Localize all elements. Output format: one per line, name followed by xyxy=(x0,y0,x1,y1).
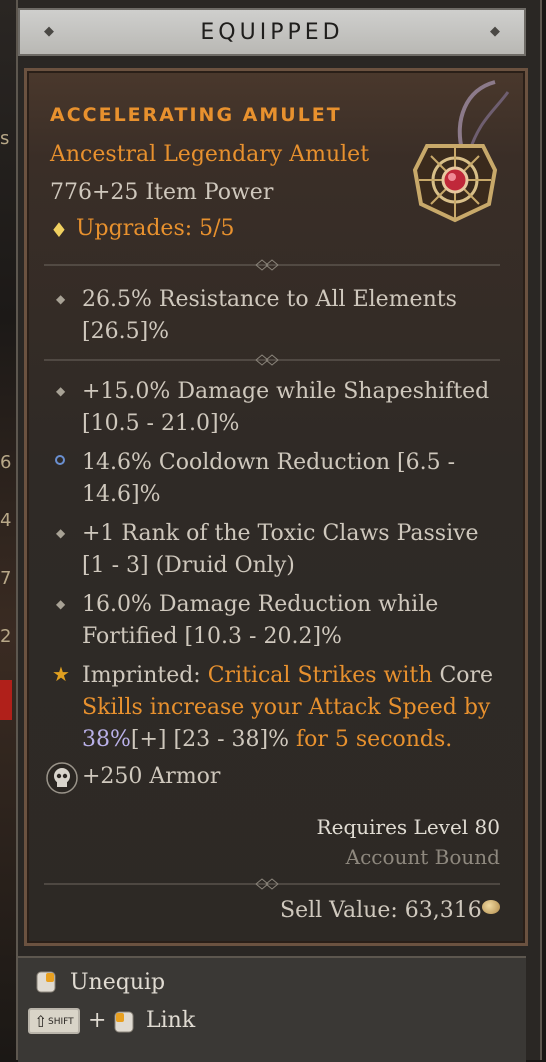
background-fragment: 4 xyxy=(0,510,12,531)
affix-line: 26.5% Resistance to All Elements xyxy=(82,287,457,312)
aspect-text: Skills increase your Attack Speed by xyxy=(82,695,491,720)
affix-item: +15.0% Damage while Shapeshifted [10.5 -… xyxy=(82,376,489,440)
requires-level: Requires Level 80 xyxy=(316,815,500,839)
legendary-aspect: Imprinted: Critical Strikes with Core Sk… xyxy=(82,660,493,756)
diamond-ornament-icon: ◆ xyxy=(490,24,500,39)
equipped-header: ◆ EQUIPPED ◆ xyxy=(18,8,526,56)
action-footer: Unequip ⇧ SHIFT + Link xyxy=(18,956,526,1062)
mouse-right-click-icon xyxy=(34,970,58,994)
affix-line: [1 - 3] (Druid Only) xyxy=(82,553,295,578)
legendary-aspect-star-icon: ★ xyxy=(52,662,70,686)
affix-bullet-icon: ◆ xyxy=(56,292,66,306)
affix-bullet-icon: ◆ xyxy=(56,597,66,611)
affix-line: [10.5 - 21.0]% xyxy=(82,411,240,436)
aspect-range: [23 - 38]% xyxy=(173,727,289,752)
armor-value: +250 Armor xyxy=(82,764,221,789)
background-fragment xyxy=(0,680,12,720)
unequip-action[interactable]: Unequip xyxy=(70,970,165,995)
affix-item: 14.6% Cooldown Reduction [6.5 - 14.6]% xyxy=(82,447,455,511)
affix-item: 16.0% Damage Reduction while Fortified [… xyxy=(82,589,438,653)
shift-key-label: SHIFT xyxy=(48,1017,74,1027)
diamond-ornament-icon: ◆ xyxy=(44,24,54,39)
aspect-text: Core xyxy=(439,663,494,688)
plus-sign: + xyxy=(88,1008,107,1033)
aspect-text: Critical Strikes with xyxy=(207,663,433,688)
affix-line: +15.0% Damage while Shapeshifted xyxy=(82,379,490,404)
section-divider xyxy=(44,354,500,366)
affix-bullet-icon: ◆ xyxy=(56,384,66,398)
background-strip: s 6 4 7 2 xyxy=(0,0,16,1060)
header-title: EQUIPPED xyxy=(200,19,344,45)
section-divider xyxy=(44,878,500,890)
background-fragment: 6 xyxy=(0,452,12,473)
mouse-left-click-icon xyxy=(112,1010,136,1034)
item-type: Ancestral Legendary Amulet xyxy=(50,142,370,167)
implicit-affix: 26.5% Resistance to All Elements [26.5]% xyxy=(82,284,457,348)
affix-bullet-icon: ◆ xyxy=(56,526,66,540)
affix-line: Fortified [10.3 - 20.2]% xyxy=(82,624,342,649)
affix-line: 14.6]% xyxy=(82,482,161,507)
sell-value: Sell Value: 63,316 xyxy=(280,898,482,923)
shift-key-icon: ⇧ SHIFT xyxy=(28,1008,80,1034)
section-divider xyxy=(44,259,500,271)
aspect-value: 38% xyxy=(82,727,131,752)
upgrade-diamond-icon: ♦ xyxy=(50,218,68,242)
account-bound: Account Bound xyxy=(345,845,500,869)
item-power: 776+25 Item Power xyxy=(50,180,274,205)
item-name: ACCELERATING AMULET xyxy=(50,104,342,126)
aspect-text: for 5 seconds. xyxy=(296,727,453,752)
affix-item: +1 Rank of the Toxic Claws Passive [1 - … xyxy=(82,518,479,582)
affix-line: 16.0% Damage Reduction while xyxy=(82,592,439,617)
aspect-prefix: Imprinted: xyxy=(82,663,201,688)
amulet-item-icon xyxy=(412,80,510,223)
upgrades-count: Upgrades: 5/5 xyxy=(76,216,235,241)
affix-line: +1 Rank of the Toxic Claws Passive xyxy=(82,521,479,546)
background-fragment: s xyxy=(0,128,10,149)
greater-affix-icon xyxy=(55,455,65,465)
background-fragment: 7 xyxy=(0,568,12,589)
affix-line: 14.6% Cooldown Reduction [6.5 - xyxy=(82,450,456,475)
gold-coin-icon xyxy=(482,900,500,914)
skull-armor-icon xyxy=(46,762,78,794)
background-fragment: 2 xyxy=(0,626,12,647)
link-action[interactable]: Link xyxy=(146,1008,195,1033)
affix-line: [26.5]% xyxy=(82,319,170,344)
aspect-plus: [+] xyxy=(130,727,167,752)
